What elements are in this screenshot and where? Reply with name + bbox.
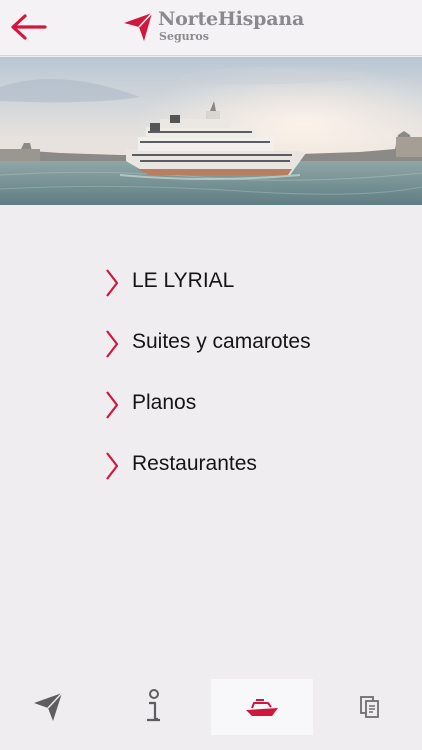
bottom-tab-bar bbox=[0, 674, 422, 750]
menu-item-label: LE LYRIAL bbox=[132, 269, 235, 292]
chevron-right-icon bbox=[106, 452, 119, 480]
tab-documents[interactable] bbox=[322, 679, 417, 735]
chevron-right-icon bbox=[106, 391, 119, 419]
menu-item-label: Planos bbox=[132, 391, 197, 414]
brand-subtitle: Seguros bbox=[159, 30, 209, 43]
menu-item-le-lyrial[interactable]: LE LYRIAL bbox=[0, 252, 422, 313]
ship-menu-list: LE LYRIAL Suites y camarotes Planos Rest… bbox=[0, 252, 422, 496]
tab-ship[interactable] bbox=[211, 679, 313, 735]
tab-info[interactable] bbox=[105, 679, 200, 735]
menu-item-restaurantes[interactable]: Restaurantes bbox=[0, 435, 422, 496]
app-screen: NorteHispana Seguros LE LYRIAL Suites y … bbox=[0, 0, 422, 750]
tab-location[interactable] bbox=[0, 679, 95, 735]
location-arrow-icon bbox=[33, 692, 63, 721]
info-icon bbox=[146, 689, 160, 722]
back-button[interactable] bbox=[8, 12, 50, 42]
chevron-right-icon bbox=[106, 330, 119, 358]
brand-mark-icon bbox=[124, 12, 153, 41]
menu-item-suites-y-camarotes[interactable]: Suites y camarotes bbox=[0, 313, 422, 374]
cruise-ship-photo bbox=[0, 57, 422, 205]
brand-name: NorteHispana bbox=[158, 8, 305, 30]
arrow-left-icon bbox=[11, 14, 47, 40]
chevron-right-icon bbox=[106, 269, 119, 297]
menu-item-planos[interactable]: Planos bbox=[0, 374, 422, 435]
documents-icon bbox=[359, 696, 379, 718]
menu-item-label: Suites y camarotes bbox=[132, 330, 311, 353]
menu-item-label: Restaurantes bbox=[132, 452, 257, 475]
ship-icon bbox=[246, 699, 278, 716]
header-bar: NorteHispana Seguros bbox=[0, 0, 422, 56]
